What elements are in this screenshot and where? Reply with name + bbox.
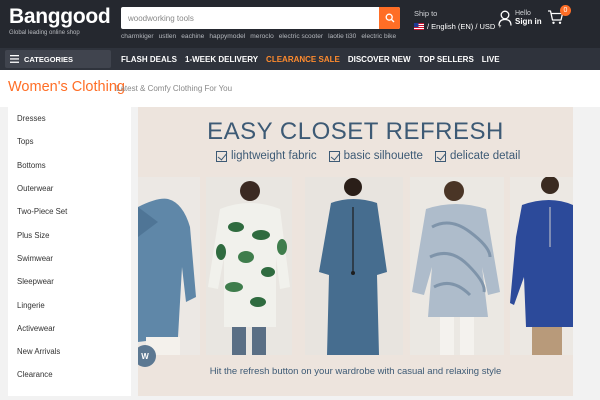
sidebar-item-plus-size[interactable]: Plus Size <box>8 223 131 246</box>
feature-label: lightweight fabric <box>231 150 317 162</box>
ship-to-label: Ship to <box>414 9 438 18</box>
account-signin[interactable]: Hello Sign in <box>498 10 542 26</box>
sidebar-item-tops[interactable]: Tops <box>8 130 131 153</box>
search-icon <box>385 13 394 23</box>
logo-text: Banggood <box>9 5 111 28</box>
hot-word[interactable]: happymodel <box>209 33 245 40</box>
promo-banner[interactable]: EASY CLOSET REFRESH lightweight fabric b… <box>138 107 573 396</box>
us-flag-icon <box>414 23 424 30</box>
sign-in-link[interactable]: Sign in <box>515 17 542 26</box>
hot-search-words: charmkiger ustlen eachine happymodel mer… <box>121 33 396 40</box>
hot-word[interactable]: electric bike <box>361 33 396 40</box>
banner-feature: delicate detail <box>434 150 521 162</box>
menu-icon <box>10 55 19 63</box>
sidebar-item-clearance[interactable]: Clearance <box>8 363 131 386</box>
ship-to-selector[interactable]: Ship to / English (EN) / USD ▾ <box>414 9 501 31</box>
nav-discover-new[interactable]: DISCOVER NEW <box>348 55 411 64</box>
hello-label: Hello <box>515 10 531 17</box>
cart-button[interactable]: 0 <box>547 5 571 30</box>
page-title: Women's Clothing <box>8 79 125 95</box>
nav-flash-deals[interactable]: FLASH DEALS <box>121 55 177 64</box>
nav-1-week-delivery[interactable]: 1-WEEK DELIVERY <box>185 55 258 64</box>
search-bar <box>121 7 400 29</box>
page-header: Women's Clothing Latest & Comfy Clothing… <box>0 70 600 107</box>
right-gutter <box>573 107 600 400</box>
banner-feature: lightweight fabric <box>216 150 317 162</box>
logo-tagline: Global leading online shop <box>9 30 80 36</box>
hot-word[interactable]: eachine <box>181 33 204 40</box>
hot-word[interactable]: ustlen <box>159 33 177 40</box>
categories-button[interactable]: CATEGORIES <box>5 50 111 68</box>
product-photo-navy-tunic[interactable] <box>510 177 573 355</box>
ship-to-value: / English (EN) / USD <box>427 22 496 31</box>
sidebar-item-lingerie[interactable]: Lingerie <box>8 293 131 316</box>
banner-features: lightweight fabric basic silhouette deli… <box>216 150 520 162</box>
checkbox-icon <box>328 150 340 162</box>
nav-live[interactable]: LIVE <box>482 55 500 64</box>
logo[interactable]: Banggood Global leading online shop <box>9 5 111 37</box>
hot-word[interactable]: meroclo <box>250 33 273 40</box>
categories-label: CATEGORIES <box>24 54 74 64</box>
hot-word[interactable]: charmkiger <box>121 33 154 40</box>
sidebar-item-two-piece-set[interactable]: Two-Piece Set <box>8 200 131 223</box>
top-header: Banggood Global leading online shop char… <box>0 0 600 48</box>
checkbox-icon <box>434 150 446 162</box>
banner-badge: W <box>138 345 156 367</box>
hot-word[interactable]: electric scooter <box>279 33 323 40</box>
cart-count-badge: 0 <box>560 5 571 16</box>
feature-label: basic silhouette <box>343 150 423 162</box>
product-photo-wave-print-top[interactable] <box>410 177 504 355</box>
user-icon <box>498 10 512 26</box>
category-sidebar: Dresses Tops Bottoms Outerwear Two-Piece… <box>8 107 131 396</box>
checkbox-icon <box>216 150 227 162</box>
sidebar-item-activewear[interactable]: Activewear <box>8 317 131 340</box>
search-input[interactable] <box>121 7 379 29</box>
banner-title: EASY CLOSET REFRESH <box>207 118 504 145</box>
hot-word[interactable]: laotie ti30 <box>328 33 356 40</box>
product-photo-blue-shirt[interactable] <box>138 177 200 355</box>
sidebar-item-sleepwear[interactable]: Sleepwear <box>8 270 131 293</box>
feature-label: delicate detail <box>449 150 521 162</box>
product-photo-leaf-print-top[interactable] <box>206 177 292 355</box>
sidebar-item-outerwear[interactable]: Outerwear <box>8 177 131 200</box>
product-photo-blue-dress[interactable] <box>305 177 403 355</box>
sidebar-item-new-arrivals[interactable]: New Arrivals <box>8 340 131 363</box>
main-nav: CATEGORIES FLASH DEALS 1-WEEK DELIVERY C… <box>0 48 600 70</box>
banner-feature: basic silhouette <box>328 150 423 162</box>
search-button[interactable] <box>379 7 400 29</box>
sidebar-item-bottoms[interactable]: Bottoms <box>8 154 131 177</box>
sidebar-item-swimwear[interactable]: Swimwear <box>8 247 131 270</box>
sidebar-item-dresses[interactable]: Dresses <box>8 107 131 130</box>
nav-top-sellers[interactable]: TOP SELLERS <box>419 55 474 64</box>
nav-clearance-sale[interactable]: CLEARANCE SALE <box>266 55 340 64</box>
page-subtitle: Latest & Comfy Clothing For You <box>116 84 233 93</box>
banner-caption: Hit the refresh button on your wardrobe … <box>209 366 502 377</box>
